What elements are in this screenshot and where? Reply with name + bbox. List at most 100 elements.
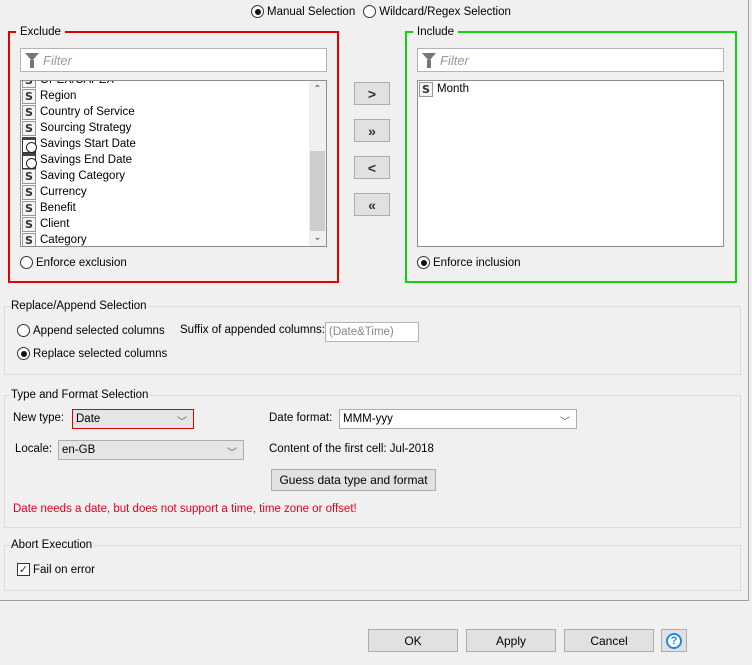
string-type-icon: S xyxy=(22,168,36,184)
column-list-item[interactable]: S OPEX/CAPEX xyxy=(21,81,309,88)
remove-all-button[interactable]: « xyxy=(354,193,390,216)
column-name: Sourcing Strategy xyxy=(40,122,132,134)
remove-selected-button[interactable]: < xyxy=(354,156,390,179)
date-format-label: Date format: xyxy=(269,412,333,424)
column-list-item[interactable]: S Sourcing Strategy xyxy=(21,120,309,136)
column-name: Currency xyxy=(40,186,87,198)
enforce-inclusion-radio[interactable]: Enforce inclusion xyxy=(417,256,521,269)
new-type-value: Date xyxy=(76,413,101,425)
column-name: Benefit xyxy=(40,202,76,214)
locale-label: Locale: xyxy=(15,443,53,455)
chevron-right-icon: > xyxy=(367,85,377,102)
column-name: Country of Service xyxy=(40,106,135,118)
column-list-item[interactable]: S Saving Category xyxy=(21,168,309,184)
date-type-icon xyxy=(22,152,37,169)
help-button[interactable]: ? xyxy=(661,629,687,652)
locale-value: en-GB xyxy=(62,444,96,456)
scroll-up-arrow-icon[interactable]: ⌃ xyxy=(309,81,326,98)
date-format-value[interactable]: MMM-yyy xyxy=(343,413,393,425)
apply-button[interactable]: Apply xyxy=(466,629,556,652)
string-type-icon: S xyxy=(22,232,36,246)
radio-indicator[interactable] xyxy=(20,256,33,269)
column-list-item[interactable]: S Month xyxy=(418,81,723,97)
type-format-title: Type and Format Selection xyxy=(10,388,150,402)
wildcard-regex-selection-label: Wildcard/Regex Selection xyxy=(379,5,511,18)
cancel-button[interactable]: Cancel xyxy=(564,629,654,652)
string-type-icon: S xyxy=(22,200,36,216)
locale-select[interactable]: en-GB ﹀ xyxy=(58,440,244,460)
radio-indicator[interactable] xyxy=(417,256,430,269)
column-list-item[interactable]: S Client xyxy=(21,216,309,232)
filter-icon xyxy=(25,52,39,68)
type-format-group: Type and Format Selection New type: Date… xyxy=(4,388,741,528)
scroll-down-arrow-icon[interactable]: ⌄ xyxy=(309,229,326,246)
exclude-list-scrollbar[interactable]: ⌃ ⌄ xyxy=(309,81,326,246)
ok-button[interactable]: OK xyxy=(368,629,458,652)
include-filter-input-box[interactable] xyxy=(417,48,724,72)
column-list-item[interactable]: Savings Start Date xyxy=(21,136,309,153)
abort-execution-title: Abort Execution xyxy=(10,538,94,552)
column-list-item[interactable]: S Category xyxy=(21,232,309,246)
column-name: Month xyxy=(437,83,469,95)
error-message: Date needs a date, but does not support … xyxy=(13,503,357,515)
include-column-list[interactable]: S Month xyxy=(417,80,724,247)
column-list-item[interactable]: S Benefit xyxy=(21,200,309,216)
add-selected-button[interactable]: > xyxy=(354,82,390,105)
radio-indicator[interactable] xyxy=(17,324,30,337)
first-cell-content: Content of the first cell: Jul-2018 xyxy=(269,443,434,455)
column-list-item[interactable]: S Region xyxy=(21,88,309,104)
enforce-exclusion-label: Enforce exclusion xyxy=(36,256,127,269)
double-chevron-left-icon: « xyxy=(368,196,376,213)
radio-indicator[interactable] xyxy=(363,5,377,18)
include-filter-input[interactable] xyxy=(440,52,690,68)
new-type-label: New type: xyxy=(13,412,65,424)
string-type-icon: S xyxy=(22,81,36,88)
chevron-left-icon: < xyxy=(367,159,377,176)
manual-selection-radio[interactable]: Manual Selection xyxy=(251,5,355,18)
exclude-filter-input-box[interactable] xyxy=(20,48,327,72)
string-type-icon: S xyxy=(22,120,36,136)
string-type-icon: S xyxy=(419,81,433,97)
fail-on-error-checkbox[interactable]: ✓ Fail on error xyxy=(17,563,95,576)
replace-selected-label: Replace selected columns xyxy=(33,347,168,360)
column-list-item[interactable]: S Currency xyxy=(21,184,309,200)
exclude-panel: Exclude S OPEX/CAPEX S Region S Country of Se… xyxy=(8,25,339,283)
double-chevron-right-icon: » xyxy=(368,122,376,139)
exclude-column-list[interactable]: S OPEX/CAPEX S Region S Country of Service S So… xyxy=(20,80,327,247)
include-panel: Include S Month Enforce inclusion xyxy=(405,25,737,283)
suffix-label: Suffix of appended columns: xyxy=(180,324,325,336)
exclude-title: Exclude xyxy=(16,25,65,39)
replace-append-title: Replace/Append Selection xyxy=(10,299,148,313)
chevron-down-icon: ﹀ xyxy=(227,448,237,459)
string-type-icon: S xyxy=(22,104,36,120)
column-name: Client xyxy=(40,218,70,230)
help-icon: ? xyxy=(666,632,682,649)
new-type-select[interactable]: Date ﹀ xyxy=(72,409,194,429)
column-name: Region xyxy=(40,90,77,102)
append-selected-label: Append selected columns xyxy=(33,324,165,337)
guess-type-format-button[interactable]: Guess data type and format xyxy=(271,469,436,491)
check-icon[interactable]: ✓ xyxy=(17,563,30,576)
replace-selected-radio[interactable]: Replace selected columns xyxy=(17,347,167,360)
wildcard-regex-selection-radio[interactable]: Wildcard/Regex Selection xyxy=(363,5,511,18)
radio-indicator[interactable] xyxy=(251,5,264,18)
string-type-icon: S xyxy=(22,88,36,104)
string-type-icon: S xyxy=(22,184,36,200)
append-selected-radio[interactable]: Append selected columns xyxy=(17,324,165,337)
suffix-input[interactable]: (Date&Time) xyxy=(325,322,419,342)
radio-indicator[interactable] xyxy=(17,347,30,360)
scrollbar-thumb[interactable] xyxy=(310,151,325,231)
chevron-down-icon: ﹀ xyxy=(177,417,187,428)
column-list-item[interactable]: Savings End Date xyxy=(21,152,309,169)
column-list-item[interactable]: S Country of Service xyxy=(21,104,309,120)
include-title: Include xyxy=(413,25,459,39)
abort-execution-group: Abort Execution ✓ Fail on error xyxy=(4,538,741,591)
date-format-select[interactable]: MMM-yyy ﹀ xyxy=(339,409,577,429)
enforce-exclusion-radio[interactable]: Enforce exclusion xyxy=(20,256,127,269)
exclude-filter-input[interactable] xyxy=(43,52,293,68)
selection-mode-group: Manual Selection Wildcard/Regex Selectio… xyxy=(251,5,515,18)
fail-on-error-label: Fail on error xyxy=(33,563,95,576)
suffix-value: (Date&Time) xyxy=(329,326,394,338)
enforce-inclusion-label: Enforce inclusion xyxy=(433,256,521,269)
add-all-button[interactable]: » xyxy=(354,119,390,142)
